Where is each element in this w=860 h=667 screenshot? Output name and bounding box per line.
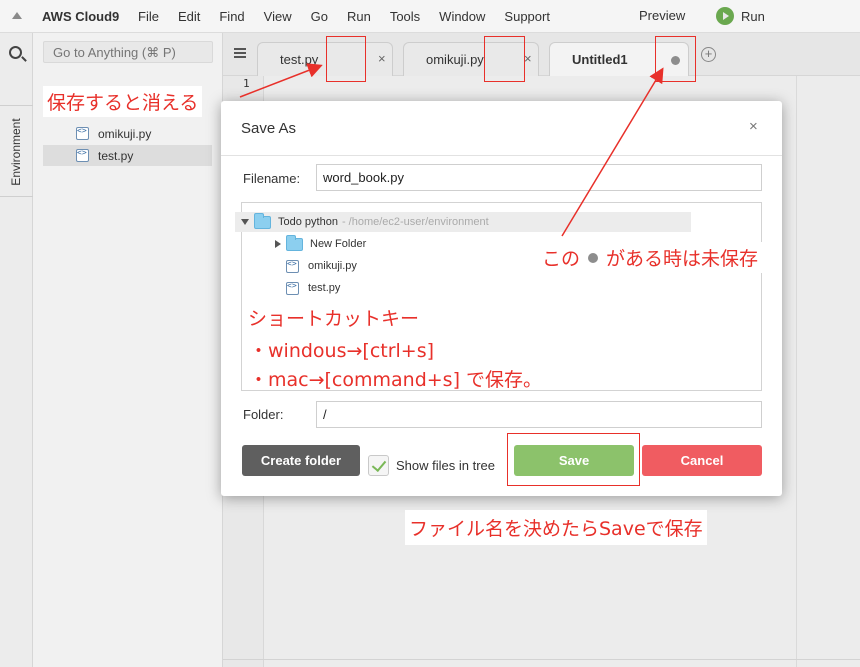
menu-edit[interactable]: Edit	[178, 9, 200, 24]
dialog-close-icon[interactable]: ×	[749, 118, 758, 135]
show-files-checkbox[interactable]	[368, 455, 389, 476]
unsaved-note-suffix: がある時は未保存	[606, 248, 759, 270]
tree-file-test[interactable]: test.py	[43, 145, 212, 166]
folder-label: Folder:	[243, 407, 284, 422]
unsaved-dot-annotation: この がある時は未保存	[538, 242, 763, 273]
search-icon[interactable]	[9, 46, 22, 59]
folder-input[interactable]	[316, 401, 762, 428]
goto-anything-input[interactable]	[43, 41, 213, 63]
tree-file-label: test.py	[98, 148, 134, 163]
menu-tools[interactable]: Tools	[390, 9, 420, 24]
tree-file-label: omikuji.py	[98, 126, 152, 141]
menu-view[interactable]: View	[264, 9, 292, 24]
python-file-icon	[76, 126, 89, 140]
editor-bottom-border	[223, 659, 860, 660]
tree-file-omikuji[interactable]: omikuji.py	[43, 123, 212, 144]
title-mask	[294, 101, 474, 125]
tab-menu-icon[interactable]	[234, 48, 246, 58]
shortcut-title-annotation: ショートカットキー	[248, 308, 420, 330]
print-margin	[796, 76, 797, 667]
menu-run[interactable]: Run	[347, 9, 371, 24]
tree-item-label: test.py	[308, 282, 341, 294]
expand-arrow-icon[interactable]	[241, 219, 249, 225]
tree-item-label: omikuji.py	[308, 260, 357, 272]
menu-window[interactable]: Window	[439, 9, 485, 24]
saved-disappears-annotation: 保存すると消える	[43, 86, 203, 117]
show-files-label: Show files in tree	[396, 458, 495, 473]
folder-icon	[286, 234, 303, 251]
tab-label: omikuji.py	[426, 52, 484, 67]
dialog-divider	[221, 155, 782, 156]
environment-tab-label: Environment	[9, 118, 23, 186]
unsaved-dot-icon	[588, 252, 599, 263]
tab-close-highlight-box	[484, 36, 525, 82]
save-highlight-box	[507, 433, 640, 486]
run-label: Run	[741, 8, 765, 24]
root-folder-name: Todo python	[278, 216, 338, 228]
tab-close-icon[interactable]: ×	[378, 51, 386, 66]
run-icon	[716, 7, 734, 25]
folder-icon	[254, 212, 271, 229]
menu-find[interactable]: Find	[219, 9, 244, 24]
save-hint-annotation: ファイル名を決めたらSaveで保存	[405, 510, 707, 545]
tab-test-py[interactable]: test.py ×	[257, 42, 393, 76]
menu-support[interactable]: Support	[504, 9, 550, 24]
menu-go[interactable]: Go	[311, 9, 328, 24]
python-file-icon	[286, 259, 299, 273]
add-tab-icon[interactable]: +	[701, 47, 716, 62]
tree-file-test[interactable]: test.py	[286, 278, 340, 298]
filename-input[interactable]	[316, 164, 762, 191]
filename-label: Filename:	[243, 171, 301, 186]
preview-button[interactable]: Preview	[639, 8, 685, 23]
tree-new-folder[interactable]: New Folder	[273, 234, 366, 254]
create-folder-button[interactable]: Create folder	[242, 445, 360, 476]
python-file-icon	[76, 148, 89, 162]
root-folder-path: - /home/ec2-user/environment	[341, 216, 489, 228]
collapse-arrow-icon[interactable]	[275, 240, 281, 248]
line-number: 1	[243, 77, 250, 90]
tree-item-label: New Folder	[310, 238, 367, 250]
tab-close-icon[interactable]: ×	[524, 51, 532, 66]
dialog-title: Save As	[241, 120, 297, 137]
environment-tab[interactable]: Environment	[0, 105, 33, 197]
brand-menu[interactable]: AWS Cloud9	[42, 9, 119, 24]
menu-items: File Edit Find View Go Run Tools Window …	[138, 9, 569, 24]
tab-label: Untitled1	[572, 52, 628, 67]
file-tree-panel: omikuji.py test.py	[33, 33, 223, 667]
collapse-menu-icon[interactable]	[12, 12, 22, 19]
tab-label: test.py	[280, 52, 319, 67]
menu-bar: AWS Cloud9 File Edit Find View Go Run To…	[0, 0, 860, 33]
left-strip: Environment	[0, 33, 33, 667]
shortcut-windows-annotation: ・windous→[ctrl+s]	[249, 340, 435, 362]
unsaved-dot-highlight-box	[655, 36, 696, 82]
menu-file[interactable]: File	[138, 9, 159, 24]
tree-root-folder[interactable]: Todo python - /home/ec2-user/environment	[235, 212, 691, 232]
shortcut-mac-annotation: ・mac→[command+s] で保存。	[249, 369, 543, 391]
run-button[interactable]: Run	[716, 7, 765, 25]
python-file-icon	[286, 281, 299, 295]
tab-close-highlight-box	[326, 36, 366, 82]
tree-file-omikuji[interactable]: omikuji.py	[286, 256, 357, 276]
save-as-dialog: Save As × Filename: Todo python - /home/…	[221, 101, 782, 496]
cancel-button[interactable]: Cancel	[642, 445, 762, 476]
unsaved-note-prefix: この	[542, 248, 581, 270]
tab-bar: test.py × omikuji.py × Untitled1 +	[223, 33, 860, 76]
